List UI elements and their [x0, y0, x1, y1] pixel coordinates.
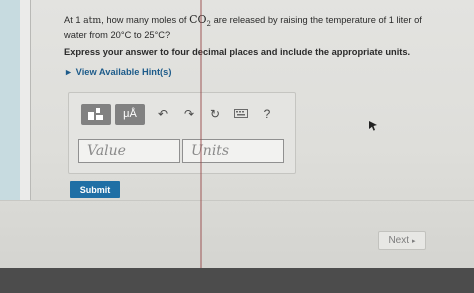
- chevron-right-icon: ▸: [412, 237, 416, 245]
- question-mark: ?: [165, 30, 171, 41]
- question-line1-suffix: are released by raising the temperature …: [213, 15, 422, 25]
- templates-button[interactable]: [81, 103, 111, 125]
- chemical-formula-main: CO: [189, 13, 207, 26]
- keyboard-button[interactable]: [229, 107, 253, 121]
- answer-toolbar: μÅ ↶ ↷ ↻ ?: [81, 103, 279, 125]
- question-line2-prefix: water from: [64, 30, 108, 41]
- help-button[interactable]: ?: [255, 107, 279, 121]
- answer-panel: μÅ ↶ ↷ ↻ ?: [68, 92, 296, 174]
- screen: At 1 atm, how many moles of CO2 are rele…: [0, 0, 474, 268]
- temperature-end: 25°C: [144, 30, 166, 41]
- submit-button[interactable]: Submit: [70, 181, 120, 198]
- caret-right-icon: ▸: [66, 67, 71, 77]
- content-frame-line: [30, 0, 31, 200]
- value-input[interactable]: [78, 139, 180, 163]
- mouse-cursor-icon: [369, 121, 377, 131]
- answer-fields: [78, 139, 286, 163]
- content-bottom-border: [0, 200, 474, 201]
- redo-button[interactable]: ↷: [177, 107, 201, 121]
- question-line1-mid: , how many moles of: [101, 15, 187, 25]
- templates-icon: [88, 108, 103, 120]
- reset-button[interactable]: ↻: [203, 107, 227, 121]
- units-button-label: μÅ: [123, 108, 137, 120]
- left-panel-edge: [0, 0, 20, 200]
- view-hints-link[interactable]: ▸ View Available Hint(s): [66, 67, 171, 78]
- left-divider: [20, 0, 30, 200]
- view-hints-label: View Available Hint(s): [75, 67, 172, 77]
- next-label: Next: [388, 235, 410, 246]
- undo-button[interactable]: ↶: [151, 107, 175, 121]
- chemical-formula-subscript: 2: [206, 20, 212, 29]
- next-button[interactable]: Next ▸: [378, 231, 426, 250]
- units-button[interactable]: μÅ: [115, 103, 145, 125]
- redo-icon: ↷: [183, 107, 195, 121]
- question-unit-atm: atm: [83, 15, 102, 26]
- screen-reflection: [200, 0, 202, 268]
- undo-icon: ↶: [157, 107, 169, 121]
- question-line1-prefix: At 1: [64, 15, 81, 25]
- units-input[interactable]: [182, 139, 284, 163]
- keyboard-icon: [234, 109, 248, 118]
- question-text: At 1 atm, how many moles of CO2 are rele…: [64, 14, 434, 41]
- reset-icon: ↻: [209, 107, 221, 121]
- temperature-start: 20°C: [110, 30, 132, 41]
- help-label: ?: [263, 107, 271, 121]
- question-line2-mid: to: [133, 30, 142, 41]
- instruction-text: Express your answer to four decimal plac…: [64, 47, 411, 57]
